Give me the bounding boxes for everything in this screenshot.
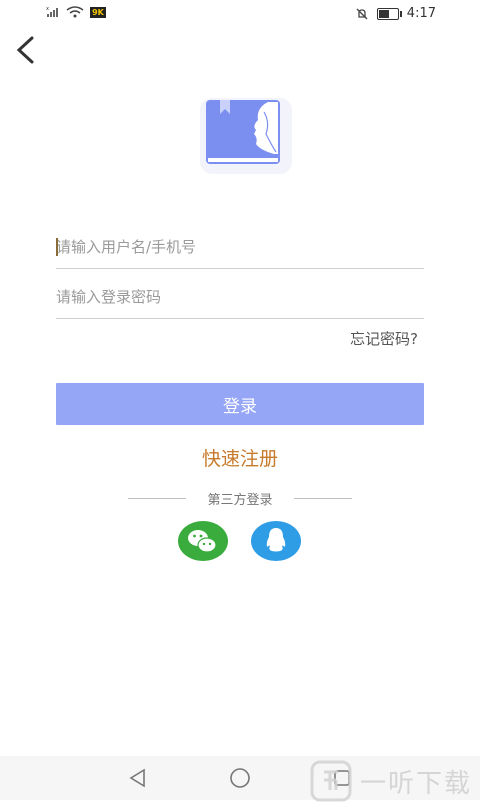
login-button[interactable]: 登录 [56,383,424,425]
third-party-divider: 第三方登录 [128,489,352,508]
app-notification-badge: 9K [90,6,106,18]
qq-login-button[interactable] [250,520,302,562]
bell-muted-icon [356,8,368,19]
clock: 4:17 [406,6,436,21]
username-input[interactable] [56,228,424,266]
wifi-icon [66,6,84,18]
battery-level [378,9,389,18]
book-woman-profile-logo [200,98,292,174]
watermark-logo-icon [310,760,352,802]
watermark-text: 一听下载 [359,768,472,799]
app-logo [186,92,294,176]
qq-penguin-icon [251,521,301,561]
back-button[interactable] [10,32,42,68]
wechat-login-button[interactable] [177,520,229,562]
password-field[interactable] [56,278,424,319]
quick-register-link[interactable]: 快速注册 [0,444,480,471]
battery-icon [376,7,402,20]
status-right-group: 4:17 [355,6,436,21]
wechat-icon [178,521,228,561]
status-left-group: x 9K [46,6,106,18]
username-field[interactable] [56,228,424,269]
watermark: 一听下载 [310,760,472,802]
nav-home-button[interactable] [228,766,252,790]
chevron-left-icon [16,36,34,64]
svg-text:x: x [46,6,49,12]
password-input[interactable] [56,278,424,316]
nav-back-button[interactable] [126,766,150,790]
status-bar: x 9K 4:17 [0,0,480,28]
triangle-back-icon [129,768,145,788]
signal-icon: x [46,6,58,17]
text-cursor [56,238,58,256]
divider-line-right [294,498,352,499]
forgot-password-link[interactable]: 忘记密码? [350,328,418,349]
circle-home-icon [230,768,250,788]
